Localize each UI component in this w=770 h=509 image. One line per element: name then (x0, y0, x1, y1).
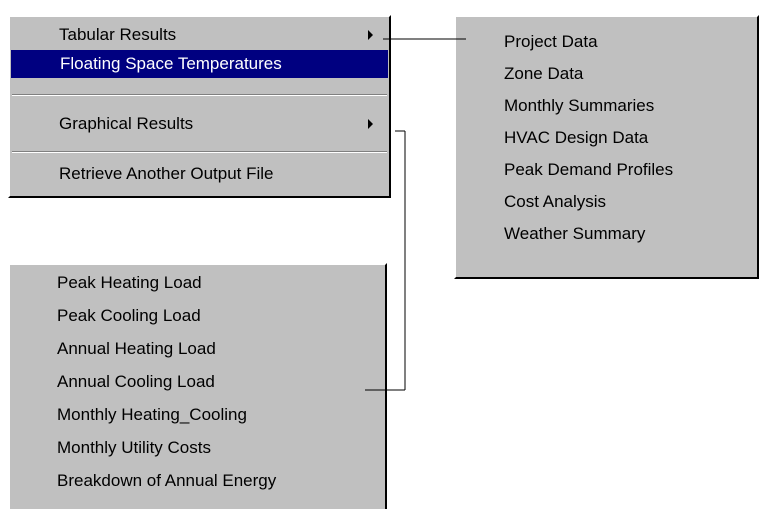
callout-connectors (365, 38, 466, 391)
